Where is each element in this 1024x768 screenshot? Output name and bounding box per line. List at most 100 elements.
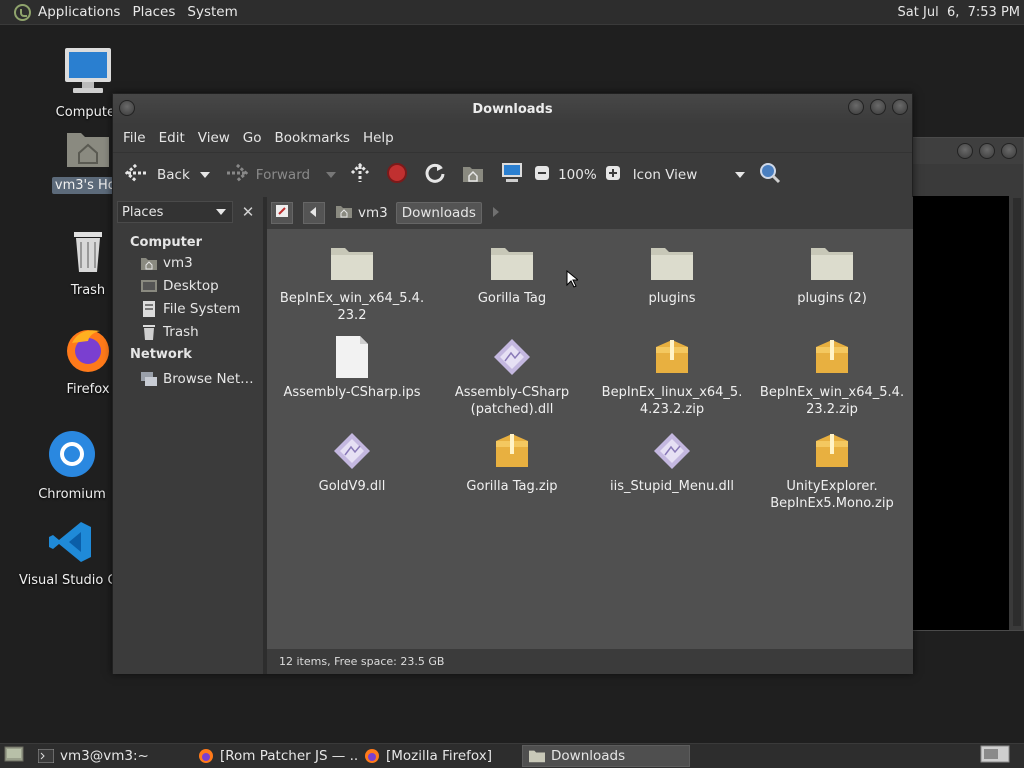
location-edit-toggle[interactable] bbox=[271, 202, 293, 224]
close-icon: ✕ bbox=[241, 203, 255, 221]
file-item[interactable]: GoldV9.dll bbox=[277, 427, 427, 495]
sidebar-type-label: Places bbox=[122, 204, 164, 220]
file-manager-window: Downloads File Edit View Go Bookmarks He… bbox=[112, 93, 913, 674]
taskbar-item-terminal[interactable]: vm3@vm3:~ bbox=[32, 745, 192, 767]
firefox-icon bbox=[364, 748, 380, 764]
sidebar: Places ✕ Computer vm3 Desktop File Syste… bbox=[113, 197, 263, 674]
forward-arrow-icon bbox=[224, 163, 249, 187]
path-scroll-left-button[interactable] bbox=[303, 202, 325, 224]
menu-edit[interactable]: Edit bbox=[153, 130, 191, 146]
show-desktop-button[interactable] bbox=[0, 745, 32, 767]
desktop-icon-chromium[interactable]: Chromium bbox=[28, 430, 116, 503]
stop-button[interactable] bbox=[382, 159, 412, 191]
file-name: UnityExplorer. BepInEx5.Mono.zip bbox=[770, 479, 894, 511]
menu-bookmarks[interactable]: Bookmarks bbox=[269, 130, 356, 146]
workspace-icon bbox=[980, 745, 1010, 767]
menubar: File Edit View Go Bookmarks Help bbox=[113, 124, 912, 152]
menu-help[interactable]: Help bbox=[357, 130, 400, 146]
desktop-icon bbox=[141, 278, 157, 294]
maximize-button[interactable] bbox=[979, 143, 995, 159]
menu-go[interactable]: Go bbox=[237, 130, 268, 146]
window-body: Places ✕ Computer vm3 Desktop File Syste… bbox=[113, 197, 914, 674]
applications-menu[interactable]: Applications bbox=[0, 0, 126, 25]
sidebar-item-browse-network[interactable]: Browse Net… bbox=[113, 367, 263, 390]
back-button[interactable]: Back bbox=[121, 159, 194, 191]
taskbar-item-label: [Mozilla Firefox] bbox=[386, 748, 493, 764]
zip-archive-icon bbox=[648, 333, 696, 381]
system-menu[interactable]: System bbox=[181, 0, 243, 25]
distro-logo-icon bbox=[14, 3, 31, 21]
file-name: BepInEx_linux_x64_5. 4.23.2.zip bbox=[601, 385, 743, 417]
file-item[interactable]: Assembly-CSharp (patched).dll bbox=[437, 333, 587, 418]
scrollbar[interactable] bbox=[1013, 198, 1021, 626]
maximize-button[interactable] bbox=[870, 99, 886, 115]
path-button-downloads[interactable]: Downloads bbox=[395, 202, 482, 224]
zoom-out-icon bbox=[534, 165, 550, 185]
sidebar-item-file-system[interactable]: File System bbox=[113, 297, 263, 320]
sidebar-item-desktop[interactable]: Desktop bbox=[113, 274, 263, 297]
computer-button[interactable] bbox=[496, 159, 528, 191]
window-titlebar[interactable]: Downloads bbox=[113, 94, 912, 124]
sidebar-item-label: Desktop bbox=[163, 277, 219, 294]
file-name: plugins bbox=[648, 291, 696, 306]
view-mode-dropdown[interactable] bbox=[735, 171, 746, 178]
file-name: BepInEx_win_x64_5.4. 23.2.zip bbox=[759, 385, 905, 417]
zip-archive-icon bbox=[488, 427, 536, 475]
forward-history-dropdown[interactable] bbox=[326, 171, 337, 178]
window-menu-button[interactable] bbox=[119, 100, 135, 116]
file-item[interactable]: UnityExplorer. BepInEx5.Mono.zip bbox=[757, 427, 907, 512]
close-button[interactable] bbox=[1001, 143, 1017, 159]
minimize-button[interactable] bbox=[957, 143, 973, 159]
taskbar-item-downloads[interactable]: Downloads bbox=[522, 745, 690, 767]
file-name: Assembly-CSharp.ips bbox=[283, 385, 421, 400]
terminal-content[interactable] bbox=[913, 196, 1009, 630]
path-button-vm3[interactable]: vm3 bbox=[331, 202, 393, 224]
menu-view[interactable]: View bbox=[192, 130, 236, 146]
minimize-button[interactable] bbox=[848, 99, 864, 115]
search-button[interactable] bbox=[755, 159, 785, 191]
places-menu[interactable]: Places bbox=[126, 0, 181, 25]
file-item[interactable]: Gorilla Tag.zip bbox=[437, 427, 587, 495]
sidebar-type-select[interactable]: Places bbox=[117, 201, 233, 223]
taskbar-item-firefox[interactable]: [Mozilla Firefox] bbox=[358, 745, 522, 767]
path-button-label: Downloads bbox=[401, 205, 476, 221]
file-name: iis_Stupid_Menu.dll bbox=[609, 479, 734, 494]
zoom-in-button[interactable]: Icon View bbox=[601, 159, 702, 191]
zoom-out-button[interactable]: 100% bbox=[530, 159, 601, 191]
sidebar-item-vm3[interactable]: vm3 bbox=[113, 251, 263, 274]
file-item[interactable]: plugins bbox=[597, 239, 747, 307]
sidebar-item-label: File System bbox=[163, 300, 241, 317]
file-item[interactable]: BepInEx_linux_x64_5. 4.23.2.zip bbox=[597, 333, 747, 418]
back-history-dropdown[interactable] bbox=[199, 171, 210, 178]
workspace-switcher[interactable] bbox=[974, 745, 1016, 767]
taskbar-item-rom-patcher[interactable]: [Rom Patcher JS — ... bbox=[192, 745, 358, 767]
forward-label: Forward bbox=[255, 166, 311, 183]
sidebar-close-button[interactable]: ✕ bbox=[237, 201, 259, 223]
firefox-icon bbox=[198, 748, 214, 764]
menu-file[interactable]: File bbox=[117, 130, 152, 146]
up-button[interactable] bbox=[346, 159, 374, 191]
window-title: Downloads bbox=[472, 101, 553, 117]
file-name: Assembly-CSharp (patched).dll bbox=[454, 385, 570, 417]
computer-icon bbox=[44, 46, 132, 100]
file-item[interactable]: Assembly-CSharp.ips bbox=[277, 333, 427, 401]
sidebar-item-trash[interactable]: Trash bbox=[113, 320, 263, 343]
toolbar: Back Forward 100% Icon View bbox=[113, 152, 912, 196]
file-item[interactable]: plugins (2) bbox=[757, 239, 907, 307]
sidebar-item-label: vm3 bbox=[163, 254, 193, 271]
clock[interactable]: Sat Jul 6, 7:53 PM bbox=[898, 5, 1020, 20]
file-grid[interactable]: BepInEx_win_x64_5.4. 23.2 Gorilla Tag pl… bbox=[267, 229, 913, 649]
file-item[interactable]: BepInEx_win_x64_5.4. 23.2.zip bbox=[757, 333, 907, 418]
reload-button[interactable] bbox=[420, 159, 450, 191]
file-item[interactable]: BepInEx_win_x64_5.4. 23.2 bbox=[277, 239, 427, 324]
file-item[interactable]: iis_Stupid_Menu.dll bbox=[597, 427, 747, 495]
chevron-right-icon[interactable] bbox=[492, 206, 501, 221]
forward-button[interactable]: Forward bbox=[220, 159, 314, 191]
top-panel: Applications Places System Sat Jul 6, 7:… bbox=[0, 0, 1024, 25]
taskbar-item-label: Downloads bbox=[551, 748, 626, 764]
desktop-icon-vscode[interactable]: Visual Studio Co bbox=[16, 520, 126, 589]
close-button[interactable] bbox=[892, 99, 908, 115]
file-item[interactable]: Gorilla Tag bbox=[437, 239, 587, 307]
sidebar-item-label: Trash bbox=[163, 323, 199, 340]
home-button[interactable] bbox=[458, 159, 488, 191]
